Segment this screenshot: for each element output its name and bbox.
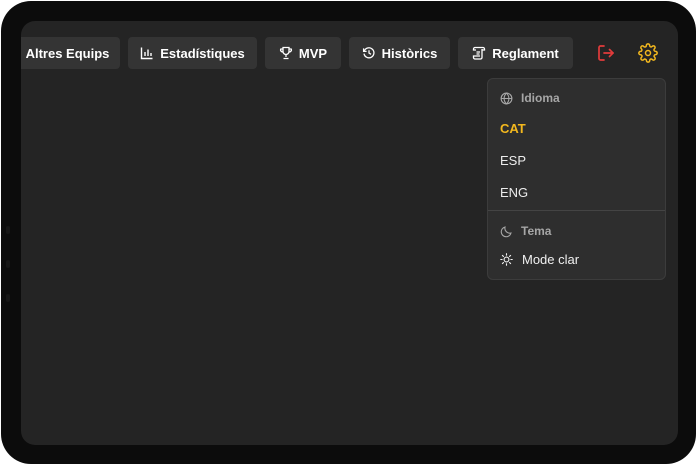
nav-label: MVP <box>298 45 328 61</box>
sun-icon <box>500 253 513 266</box>
nav-mvp-button[interactable]: MVP <box>265 37 341 69</box>
language-option-esp[interactable]: ESP <box>500 153 526 168</box>
language-option-eng[interactable]: ENG <box>500 185 528 200</box>
nav-reglament-button[interactable]: Reglament <box>458 37 573 69</box>
history-icon <box>362 47 375 59</box>
nav-estadistiques-button[interactable]: Estadístiques <box>128 37 257 69</box>
gear-icon <box>638 43 658 63</box>
language-header-label: Idioma <box>521 91 560 105</box>
settings-dropdown: Idioma CAT ESP ENG Tema Mode clar <box>487 78 666 280</box>
device-side-buttons <box>6 226 10 302</box>
top-navigation: Altres Equips Estadístiques MVP Històric… <box>21 37 678 69</box>
light-mode-toggle[interactable]: Mode clar <box>500 252 579 267</box>
moon-icon <box>500 225 512 237</box>
settings-button[interactable] <box>635 40 661 66</box>
nav-label: Històrics <box>381 45 438 61</box>
trophy-icon <box>279 46 292 60</box>
nav-label: Reglament <box>492 45 559 61</box>
scroll-icon <box>473 46 486 60</box>
device-frame: Altres Equips Estadístiques MVP Històric… <box>1 1 696 464</box>
language-section-header: Idioma <box>500 91 560 105</box>
nav-label: Estadístiques <box>160 45 245 61</box>
app-screen: Altres Equips Estadístiques MVP Històric… <box>21 21 678 445</box>
menu-divider <box>488 210 665 211</box>
nav-label: Altres Equips <box>25 45 110 61</box>
nav-historics-button[interactable]: Històrics <box>349 37 450 69</box>
theme-section-header: Tema <box>500 224 551 238</box>
light-mode-label: Mode clar <box>522 252 580 267</box>
nav-altres-equips-button[interactable]: Altres Equips <box>21 37 120 69</box>
logout-icon <box>598 45 614 61</box>
language-option-cat[interactable]: CAT <box>500 121 526 136</box>
theme-header-label: Tema <box>521 224 552 238</box>
globe-icon <box>500 91 513 105</box>
bar-chart-icon <box>141 47 153 60</box>
logout-button[interactable] <box>593 40 619 66</box>
